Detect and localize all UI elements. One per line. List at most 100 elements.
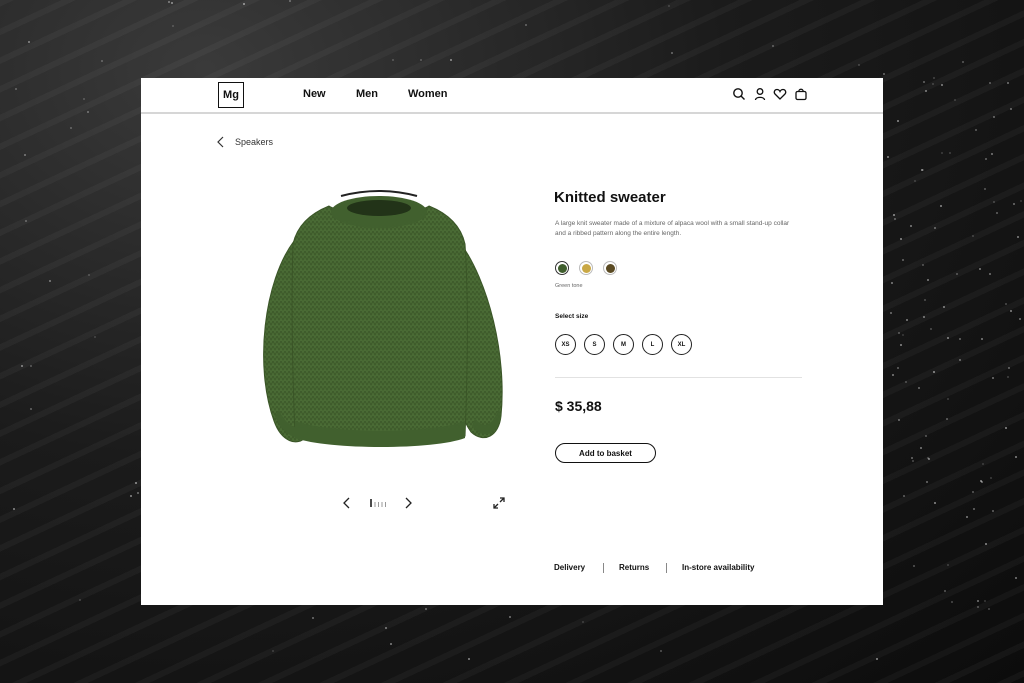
sand-speck: [892, 373, 895, 376]
sand-speck: [892, 214, 895, 217]
sand-speck: [450, 58, 453, 61]
sand-speck: [167, 0, 170, 3]
product-title: Knitted sweater: [554, 189, 666, 206]
sand-speck: [940, 151, 943, 154]
sand-speck: [581, 621, 584, 624]
sand-speck: [974, 128, 977, 131]
sand-speck: [932, 76, 935, 79]
user-icon[interactable]: [753, 87, 767, 101]
sand-speck: [1014, 576, 1017, 579]
sand-speck: [909, 224, 912, 227]
product-image-sweater: [263, 190, 503, 447]
breadcrumb-label: Speakers: [235, 137, 274, 147]
sand-speck: [901, 258, 904, 261]
sand-speck: [78, 599, 81, 602]
product-price: $ 35,88: [555, 398, 602, 414]
chevron-left-icon: [217, 136, 224, 148]
divider: [555, 377, 802, 378]
sand-speck: [659, 649, 662, 652]
color-swatch-brown-fill: [605, 263, 615, 273]
color-swatch-brown[interactable]: [603, 261, 617, 275]
heart-icon[interactable]: [773, 87, 787, 101]
sand-speck: [1007, 367, 1010, 370]
nav-women[interactable]: Women: [408, 88, 448, 100]
sand-speck: [667, 5, 670, 8]
sand-speck: [1014, 455, 1017, 458]
sand-speck: [943, 589, 946, 592]
selected-color-label: Green tone: [555, 283, 583, 289]
sand-speck: [311, 617, 314, 620]
sand-speck: [86, 110, 89, 113]
delivery-link[interactable]: Delivery: [554, 563, 585, 572]
footer-separator: [666, 563, 667, 573]
sand-speck: [898, 418, 901, 421]
sand-speck: [170, 2, 173, 5]
sand-speck: [933, 226, 936, 229]
sand-speck: [524, 23, 527, 26]
sand-speck: [924, 434, 927, 437]
size-xs-button[interactable]: XS: [555, 334, 576, 355]
nav-men[interactable]: Men: [356, 88, 378, 100]
sand-speck: [979, 267, 982, 270]
expand-icon[interactable]: [492, 496, 506, 510]
gallery-prev-arrow[interactable]: [342, 496, 352, 510]
returns-link[interactable]: Returns: [619, 563, 649, 572]
nav-new[interactable]: New: [303, 88, 326, 100]
size-m-button[interactable]: M: [613, 334, 634, 355]
color-swatch-green[interactable]: [555, 261, 569, 275]
size-s-button[interactable]: S: [584, 334, 605, 355]
sand-speck: [29, 365, 32, 368]
sand-speck: [958, 358, 961, 361]
top-navigation: Mg New Men Women: [141, 78, 883, 114]
sand-speck: [971, 234, 974, 237]
sand-speck: [965, 515, 968, 518]
product-page-window: Mg New Men Women Speakers Knitted sweate…: [141, 78, 883, 605]
logo[interactable]: Mg: [218, 82, 244, 108]
in-store-availability-link[interactable]: In-store availability: [682, 563, 754, 572]
sand-speck: [925, 89, 928, 92]
size-xl-button[interactable]: XL: [671, 334, 692, 355]
sand-speck: [943, 305, 946, 308]
sand-speck: [989, 476, 992, 479]
sand-speck: [922, 81, 925, 83]
sand-speck: [985, 157, 988, 160]
sand-speck: [134, 482, 137, 485]
gallery-next-arrow[interactable]: [403, 496, 413, 510]
size-heading: Select size: [555, 313, 589, 320]
breadcrumb[interactable]: Speakers: [216, 136, 273, 148]
sand-speck: [1018, 317, 1021, 320]
sand-speck: [921, 168, 924, 171]
search-icon[interactable]: [732, 87, 746, 101]
sand-speck: [922, 316, 925, 319]
basket-icon[interactable]: [794, 87, 808, 101]
sand-speck: [961, 60, 964, 63]
sand-speck: [913, 564, 916, 567]
sand-speck: [23, 154, 26, 157]
sand-speck: [857, 63, 860, 66]
color-swatch-mustard[interactable]: [579, 261, 593, 275]
sand-speck: [1006, 81, 1009, 84]
sand-speck: [984, 187, 987, 190]
sand-speck: [983, 600, 986, 603]
sand-speck: [910, 456, 913, 459]
footer-separator: [603, 563, 604, 573]
sand-speck: [959, 337, 962, 340]
sand-speck: [670, 52, 673, 55]
sand-speck: [948, 152, 951, 155]
color-swatch-mustard-fill: [581, 263, 591, 273]
color-swatch-green-fill: [557, 263, 567, 273]
sand-speck: [893, 217, 896, 220]
sand-speck: [883, 72, 886, 75]
sand-speck: [988, 273, 991, 276]
sand-speck: [12, 507, 15, 510]
sand-speck: [896, 119, 899, 122]
sand-speck: [987, 607, 990, 610]
gallery-position-indicator[interactable]: [370, 498, 388, 508]
product-description: A large knit sweater made of a mixture o…: [555, 220, 790, 237]
sand-speck: [69, 126, 72, 129]
sand-speck: [24, 220, 27, 223]
size-l-button[interactable]: L: [642, 334, 663, 355]
sand-speck: [1017, 235, 1020, 238]
sand-speck: [933, 370, 936, 373]
add-to-basket-button[interactable]: Add to basket: [555, 443, 656, 463]
